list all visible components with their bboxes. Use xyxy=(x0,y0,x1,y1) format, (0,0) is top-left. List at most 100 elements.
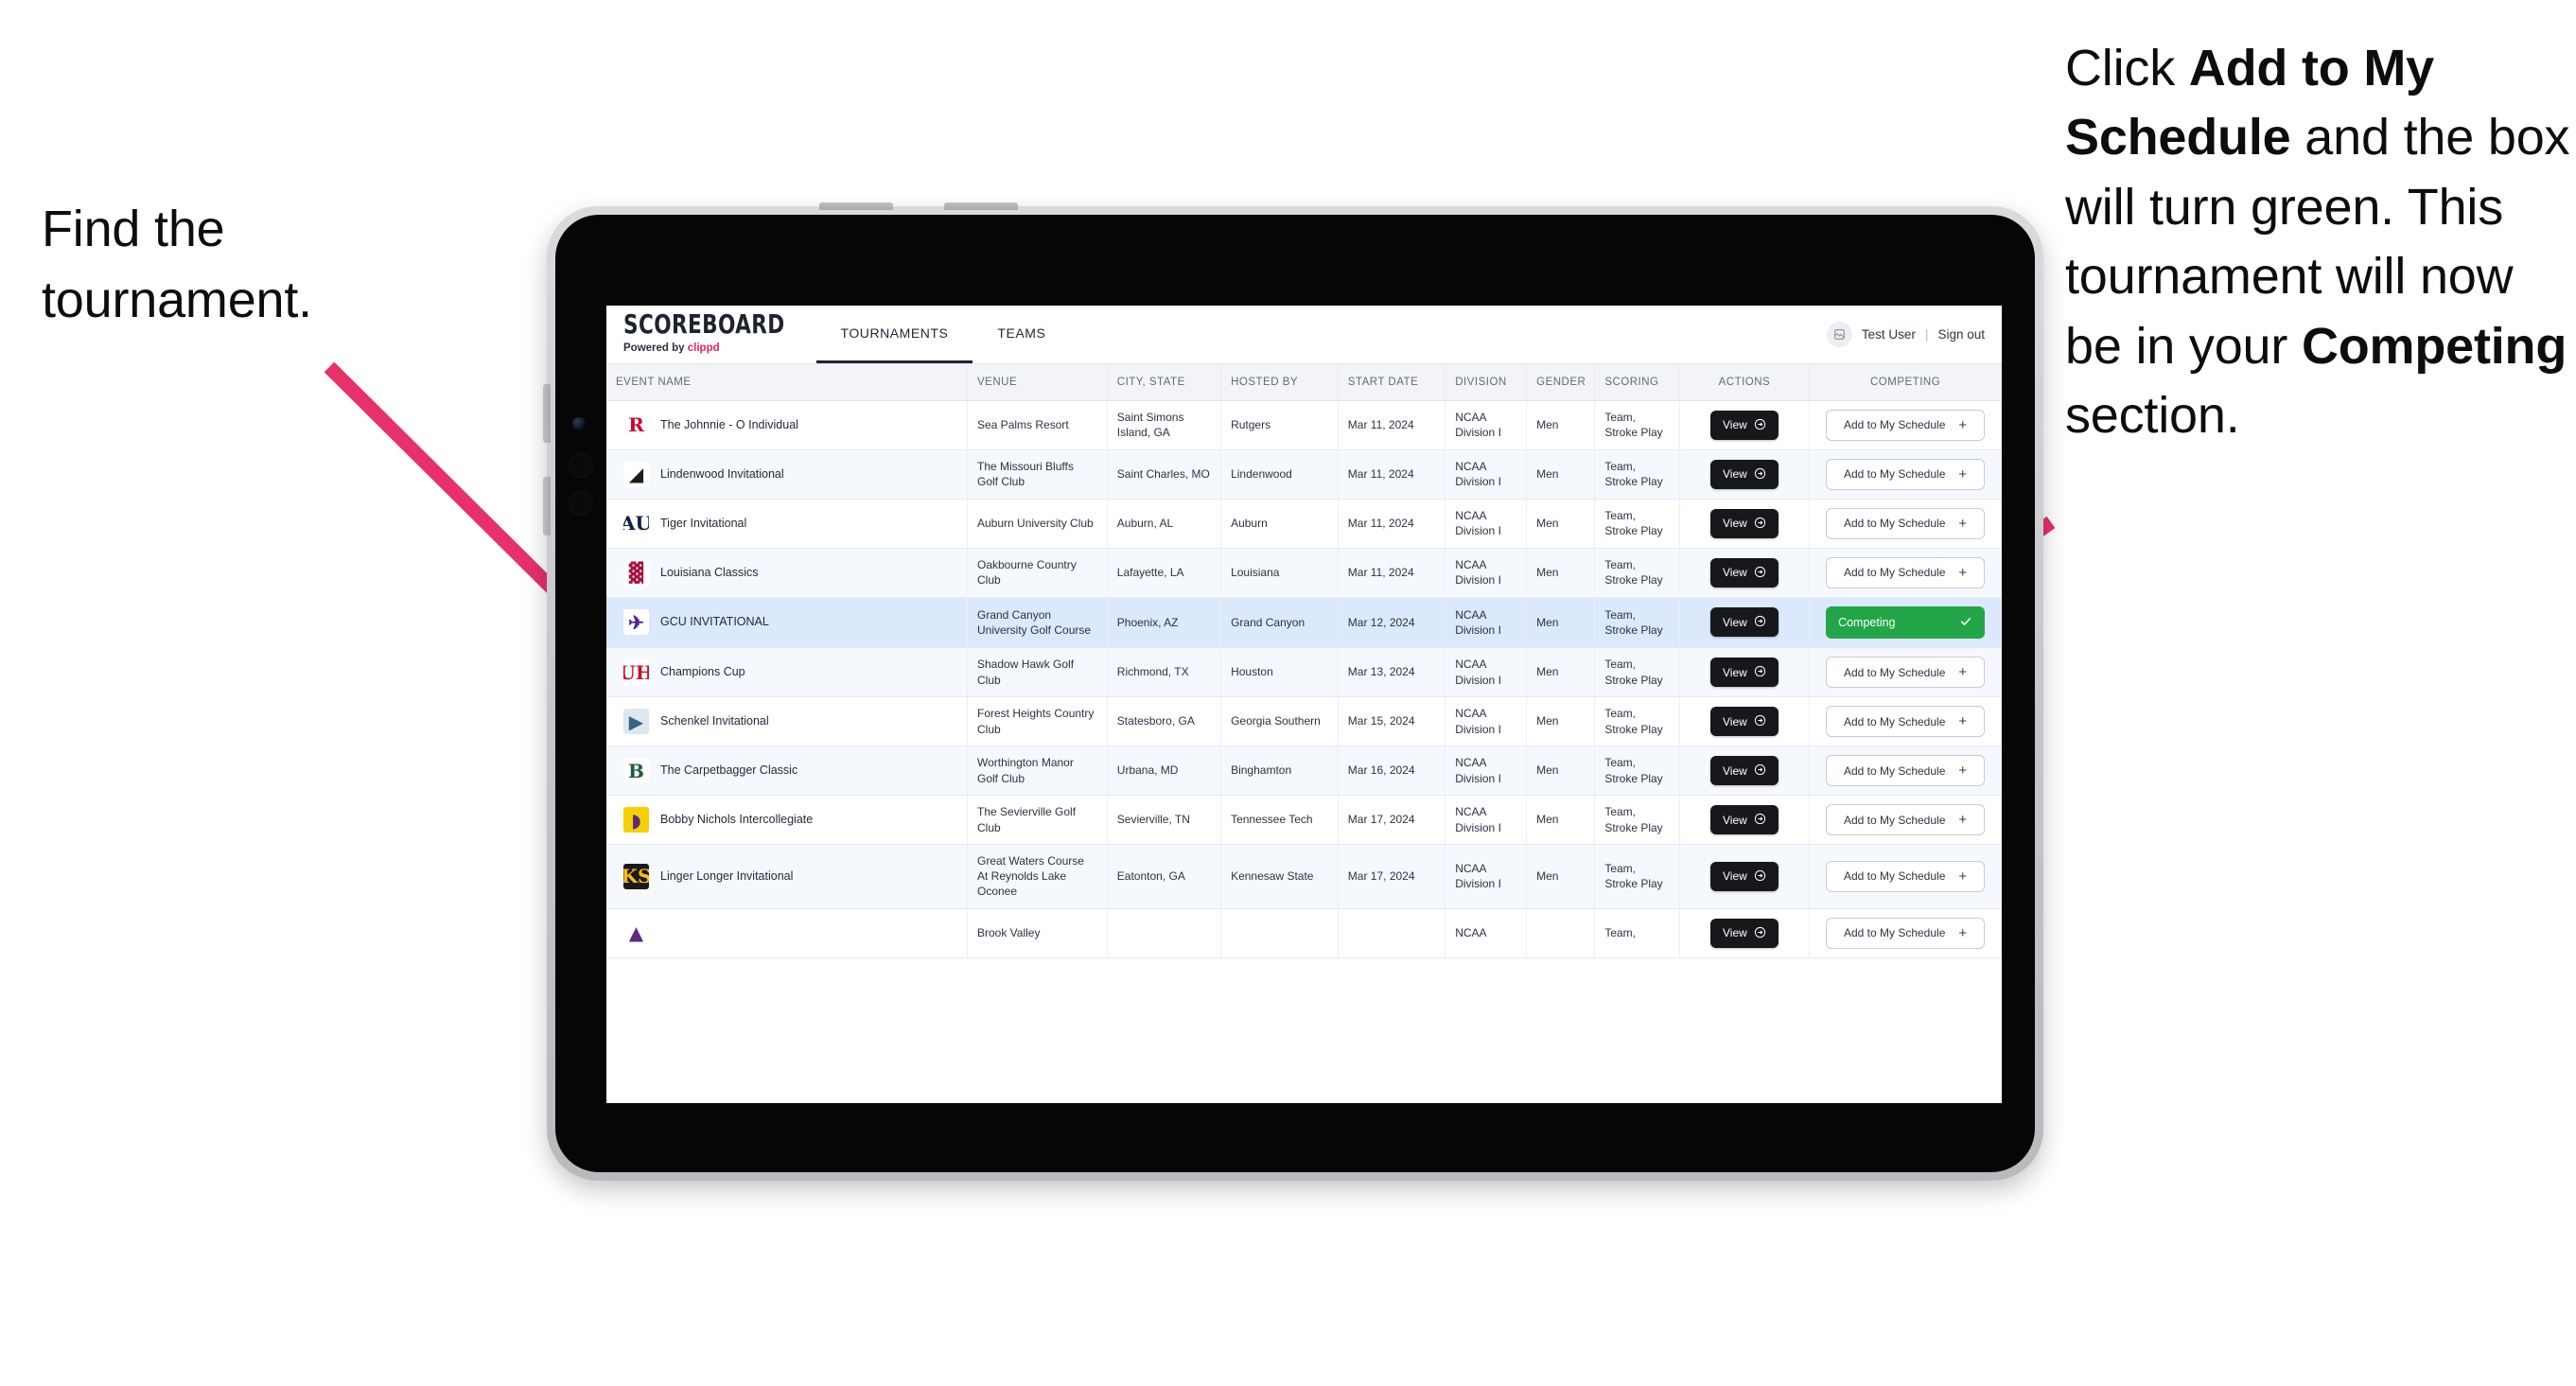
arrow-right-circle-icon xyxy=(1754,665,1766,679)
table-row[interactable]: ✈ GCU INVITATIONAL Grand Canyon University… xyxy=(606,597,2002,648)
device-side-button-2[interactable] xyxy=(543,477,551,535)
add-to-my-schedule-button[interactable]: Add to My Schedule + xyxy=(1826,755,1986,786)
cell-actions: View xyxy=(1679,696,1811,746)
view-button[interactable]: View xyxy=(1710,861,1779,891)
cell-venue: Auburn University Club xyxy=(967,499,1108,549)
add-to-my-schedule-button[interactable]: Add to My Schedule + xyxy=(1826,556,1986,588)
add-to-my-schedule-button[interactable]: Add to My Schedule + xyxy=(1826,706,1986,737)
view-button-label: View xyxy=(1723,763,1747,778)
view-button[interactable]: View xyxy=(1710,756,1779,785)
view-button[interactable]: View xyxy=(1710,658,1779,687)
event-name-label: Louisiana Classics xyxy=(660,565,759,579)
view-button-label: View xyxy=(1723,615,1747,629)
plus-icon: + xyxy=(1958,465,1968,482)
cell-gender: Men xyxy=(1526,400,1596,450)
cell-city-state: Urbana, MD xyxy=(1107,746,1222,796)
device-side-button-1[interactable] xyxy=(543,384,551,443)
view-button-label: View xyxy=(1723,869,1747,884)
cell-venue: Brook Valley xyxy=(967,908,1108,958)
add-to-my-schedule-label: Add to My Schedule xyxy=(1843,517,1946,530)
view-button[interactable]: View xyxy=(1710,410,1779,440)
user-name[interactable]: Test User xyxy=(1862,327,1916,342)
cell-division: NCAA Division I xyxy=(1445,696,1528,746)
add-to-my-schedule-button[interactable]: Add to My Schedule + xyxy=(1826,657,1986,688)
tab-teams[interactable]: TEAMS xyxy=(973,306,1070,363)
brand-title: SCOREBOARD xyxy=(623,310,785,340)
cell-division: NCAA xyxy=(1445,908,1528,958)
cell-event-name: UH Champions Cup xyxy=(606,647,968,697)
col-venue[interactable]: VENUE xyxy=(967,364,1108,401)
view-button[interactable]: View xyxy=(1710,918,1779,948)
cell-competing: Competing xyxy=(1809,597,2002,648)
cell-scoring: Team, Stroke Play xyxy=(1594,597,1680,648)
event-name-label: Linger Longer Invitational xyxy=(660,868,794,883)
annotation-left-line1: Find the xyxy=(42,201,225,257)
view-button[interactable]: View xyxy=(1710,508,1779,538)
add-to-my-schedule-button[interactable]: Add to My Schedule + xyxy=(1826,409,1986,441)
device-top-button-2[interactable] xyxy=(944,202,1018,210)
table-row[interactable]: ▲ Brook Valley NCAA Team, View Add to My Sche… xyxy=(606,908,2002,958)
cell-city-state: Saint Simons Island, GA xyxy=(1107,400,1222,450)
cell-actions: View xyxy=(1679,746,1811,796)
add-to-my-schedule-button[interactable]: Add to My Schedule + xyxy=(1826,804,1986,835)
cell-start-date: Mar 15, 2024 xyxy=(1338,696,1446,746)
cell-actions: View xyxy=(1679,908,1811,958)
table-row[interactable]: KS Linger Longer Invitational Great Waters… xyxy=(606,844,2002,909)
cell-hosted-by: Grand Canyon xyxy=(1220,597,1339,648)
cell-start-date: Mar 11, 2024 xyxy=(1338,499,1446,549)
check-icon xyxy=(1959,615,1972,631)
cell-city-state: Richmond, TX xyxy=(1107,647,1222,697)
view-button[interactable]: View xyxy=(1710,607,1779,638)
table-row[interactable]: ▓ Louisiana Classics Oakbourne Country Clu… xyxy=(606,548,2002,598)
view-button[interactable]: View xyxy=(1710,707,1779,736)
arrow-right-circle-icon xyxy=(1754,517,1766,531)
cell-gender xyxy=(1526,908,1596,958)
cell-gender: Men xyxy=(1526,746,1596,796)
col-hosted-by[interactable]: HOSTED BY xyxy=(1220,364,1339,401)
user-avatar-icon[interactable] xyxy=(1826,322,1852,347)
view-button[interactable]: View xyxy=(1710,557,1779,588)
col-scoring[interactable]: SCORING xyxy=(1594,364,1680,401)
sensor-dot-1-icon xyxy=(569,453,593,478)
add-to-my-schedule-button[interactable]: Add to My Schedule + xyxy=(1826,917,1986,949)
add-to-my-schedule-button[interactable]: Add to My Schedule + xyxy=(1826,860,1986,892)
col-gender[interactable]: GENDER xyxy=(1526,364,1596,401)
cell-scoring: Team, Stroke Play xyxy=(1594,449,1680,500)
table-row[interactable]: ◢ Lindenwood Invitational The Missouri Blu… xyxy=(606,449,2002,500)
cell-division: NCAA Division I xyxy=(1445,597,1528,648)
col-actions[interactable]: ACTIONS xyxy=(1679,364,1811,401)
view-button-label: View xyxy=(1723,566,1747,579)
table-row[interactable]: R The Johnnie - O Individual Sea Palms Res… xyxy=(606,400,2002,450)
cell-competing: Add to My Schedule + xyxy=(1809,746,2002,796)
add-to-my-schedule-button[interactable]: Add to My Schedule + xyxy=(1826,507,1986,539)
cell-actions: View xyxy=(1679,795,1811,845)
col-start-date[interactable]: START DATE xyxy=(1338,364,1446,401)
cell-venue: Forest Heights Country Club xyxy=(967,696,1108,746)
table-row[interactable]: ◗ Bobby Nichols Intercollegiate The Sevier… xyxy=(606,795,2002,845)
brand-logo[interactable]: SCOREBOARD Powered by clippd xyxy=(606,306,796,363)
competing-button-label: Competing xyxy=(1838,615,1896,629)
view-button-label: View xyxy=(1723,665,1747,679)
brand-clippd: clippd xyxy=(687,342,720,354)
annotation-left-line2: tournament. xyxy=(42,271,312,328)
col-event-name[interactable]: EVENT NAME xyxy=(606,364,968,401)
device-top-button-1[interactable] xyxy=(819,202,893,210)
view-button[interactable]: View xyxy=(1710,459,1779,489)
arrow-right-circle-icon xyxy=(1754,763,1766,778)
add-to-my-schedule-button[interactable]: Add to My Schedule + xyxy=(1826,458,1986,490)
tab-tournaments[interactable]: TOURNAMENTS xyxy=(815,306,973,363)
table-row[interactable]: ▶ Schenkel Invitational Forest Heights Cou… xyxy=(606,696,2002,746)
cell-competing: Add to My Schedule + xyxy=(1809,844,2002,909)
sign-out-link[interactable]: Sign out xyxy=(1937,327,1985,342)
team-logo-icon: ▓ xyxy=(623,559,649,586)
tablet-device-frame: SCOREBOARD Powered by clippd TOURNAMENTS… xyxy=(543,202,2043,1181)
view-button-label: View xyxy=(1723,517,1747,530)
competing-button[interactable]: Competing xyxy=(1826,605,1986,639)
col-city-state[interactable]: CITY, STATE xyxy=(1107,364,1222,401)
table-row[interactable]: B The Carpetbagger Classic Worthington Man… xyxy=(606,746,2002,796)
view-button[interactable]: View xyxy=(1710,805,1779,834)
col-division[interactable]: DIVISION xyxy=(1445,364,1528,401)
col-competing[interactable]: COMPETING xyxy=(1809,364,2002,401)
table-row[interactable]: AU Tiger Invitational Auburn University Cl… xyxy=(606,499,2002,549)
table-row[interactable]: UH Champions Cup Shadow Hawk Golf Club Rich… xyxy=(606,647,2002,697)
